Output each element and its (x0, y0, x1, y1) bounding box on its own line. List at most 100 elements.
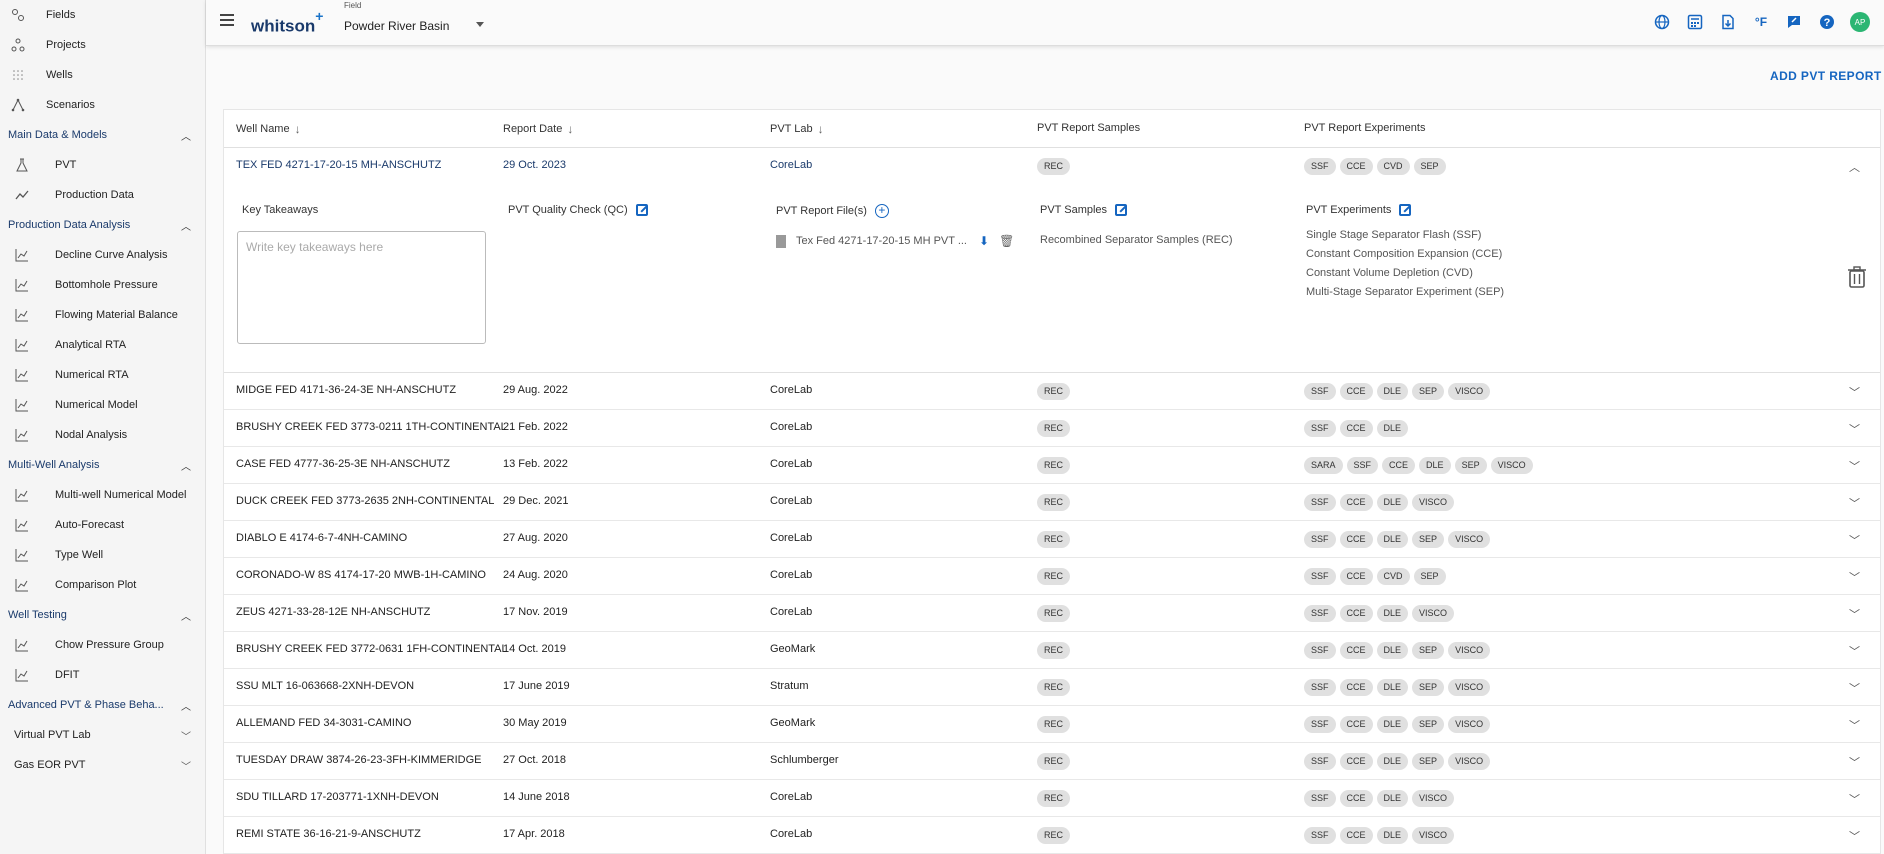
sidebar-item-dfit[interactable]: DFIT (0, 660, 205, 690)
table-row[interactable]: BRUSHY CREEK FED 3773-0211 1TH-CONTINENT… (224, 410, 1880, 447)
sidebar-item-chow-pressure-group[interactable]: Chow Pressure Group (0, 630, 205, 660)
sidebar-item-fields[interactable]: Fields (0, 0, 205, 30)
sidebar-item-projects[interactable]: Projects (0, 30, 205, 60)
sidebar-item-decline-curve-analysis[interactable]: Decline Curve Analysis (0, 240, 205, 270)
samples-section: PVT Samples (1040, 204, 1128, 216)
trash-icon[interactable]: 🗑 (999, 234, 1014, 248)
table-row[interactable]: ZEUS 4271-33-28-12E NH-ANSCHUTZ 17 Nov. … (224, 595, 1880, 632)
sidebar-item-production-data[interactable]: Production Data (0, 180, 205, 210)
collapse-chevron-icon[interactable]: ︿ (1849, 159, 1860, 175)
expand-chevron-icon[interactable]: ﹀ (1849, 421, 1860, 437)
table-row[interactable]: CASE FED 4777-36-25-3E NH-ANSCHUTZ 13 Fe… (224, 447, 1880, 484)
sidebar-item-comparison-plot[interactable]: Comparison Plot (0, 570, 205, 600)
report-date: 29 Aug. 2022 (503, 384, 568, 396)
sidebar-item-analytical-rta[interactable]: Analytical RTA (0, 330, 205, 360)
tag-chip: SSF (1304, 642, 1336, 659)
sidebar-item-bottomhole-pressure[interactable]: Bottomhole Pressure (0, 270, 205, 300)
file-download-icon[interactable] (1718, 12, 1738, 32)
menu-icon[interactable] (220, 14, 234, 26)
avatar[interactable]: AP (1850, 12, 1870, 32)
delete-report-icon[interactable] (1848, 266, 1866, 288)
sidebar-item-nodal-analysis[interactable]: Nodal Analysis (0, 420, 205, 450)
file-name[interactable]: Tex Fed 4271-17-20-15 MH PVT ... (796, 235, 967, 247)
sidebar-item-scenarios[interactable]: Scenarios (0, 90, 205, 120)
table-row[interactable]: DUCK CREEK FED 3773-2635 2NH-CONTINENTAL… (224, 484, 1880, 521)
col-well-name[interactable]: Well Name ↓ (236, 122, 301, 136)
col-report-date[interactable]: Report Date ↓ (503, 122, 573, 136)
table-row[interactable]: MIDGE FED 4171-36-24-3E NH-ANSCHUTZ 29 A… (224, 373, 1880, 410)
edit-icon[interactable] (1399, 204, 1412, 216)
report-date: 21 Feb. 2022 (503, 421, 568, 433)
expand-chevron-icon[interactable]: ﹀ (1849, 717, 1860, 733)
sidebar-subsection[interactable]: Gas EOR PVT ﹀ (0, 750, 205, 780)
sidebar-section[interactable]: Well Testing ︿ (0, 600, 205, 630)
help-icon[interactable]: ? (1817, 12, 1837, 32)
sort-arrow-icon[interactable]: ↓ (567, 122, 573, 136)
sidebar-item-type-well[interactable]: Type Well (0, 540, 205, 570)
table-header: Well Name ↓ Report Date ↓ PVT Lab ↓ PVT Rep… (224, 110, 1880, 148)
sidebar-section[interactable]: Advanced PVT & Phase Beha... ︿ (0, 690, 205, 720)
table-row[interactable]: SSU MLT 16-063668-2XNH-DEVON 17 June 201… (224, 669, 1880, 706)
add-pvt-report-button[interactable]: ADD PVT REPORT (1770, 69, 1882, 83)
expand-chevron-icon[interactable]: ﹀ (1849, 532, 1860, 548)
pvt-lab: CoreLab (770, 569, 813, 581)
expand-chevron-icon[interactable]: ﹀ (1849, 495, 1860, 511)
tag-chip: CCE (1339, 679, 1373, 696)
sidebar-section[interactable]: Main Data & Models ︿ (0, 120, 205, 150)
expand-chevron-icon[interactable]: ﹀ (1849, 828, 1860, 844)
caret-down-icon[interactable] (476, 22, 484, 27)
col-pvt-lab[interactable]: PVT Lab ↓ (770, 122, 824, 136)
expand-chevron-icon[interactable]: ﹀ (1849, 754, 1860, 770)
samples-chips: REC (1037, 642, 1071, 659)
edit-icon[interactable] (635, 204, 648, 216)
tag-chip: REC (1037, 568, 1071, 585)
sidebar-item-numerical-model[interactable]: Numerical Model (0, 390, 205, 420)
sidebar-item-flowing-material-balance[interactable]: Flowing Material Balance (0, 300, 205, 330)
expand-chevron-icon[interactable]: ﹀ (1849, 680, 1860, 696)
sidebar-item-pvt[interactable]: PVT (0, 150, 205, 180)
table-row[interactable]: ALLEMAND FED 34-3031-CAMINO 30 May 2019 … (224, 706, 1880, 743)
expand-chevron-icon[interactable]: ﹀ (1849, 384, 1860, 400)
calculator-icon[interactable] (1685, 12, 1705, 32)
add-file-icon[interactable]: + (874, 204, 889, 218)
sidebar-subsection[interactable]: Virtual PVT Lab ﹀ (0, 720, 205, 750)
expand-chevron-icon[interactable]: ﹀ (1849, 643, 1860, 659)
feedback-icon[interactable] (1784, 12, 1804, 32)
edit-icon[interactable] (1115, 204, 1128, 216)
sidebar-section[interactable]: Production Data Analysis ︿ (0, 210, 205, 240)
table-row[interactable]: BRUSHY CREEK FED 3772-0631 1FH-CONTINENT… (224, 632, 1880, 669)
table-row[interactable]: SDU TILLARD 17-203771-1XNH-DEVON 14 June… (224, 780, 1880, 817)
chow-pressure-icon (14, 637, 30, 653)
expand-chevron-icon[interactable]: ﹀ (1849, 606, 1860, 622)
download-icon[interactable]: ⬇ (979, 234, 989, 248)
table-row[interactable]: CORONADO-W 8S 4174-17-20 MWB-1H-CAMINO 2… (224, 558, 1880, 595)
table-row[interactable]: TUESDAY DRAW 3874-26-23-3FH-KIMMERIDGE 2… (224, 743, 1880, 780)
sidebar-item-auto-forecast[interactable]: Auto-Forecast (0, 510, 205, 540)
chevron-down-icon: ﹀ (181, 731, 191, 743)
tag-chip: SSF (1304, 679, 1336, 696)
expand-chevron-icon[interactable]: ﹀ (1849, 791, 1860, 807)
table-row[interactable]: REMI STATE 36-16-21-9-ANSCHUTZ 17 Apr. 2… (224, 817, 1880, 854)
sidebar-section[interactable]: Multi-Well Analysis ︿ (0, 450, 205, 480)
key-takeaways-input[interactable] (237, 231, 486, 344)
sidebar-item-multi-well-numerical-model[interactable]: Multi-well Numerical Model (0, 480, 205, 510)
samples-chips: REC (1037, 605, 1071, 622)
sort-arrow-icon[interactable]: ↓ (295, 122, 301, 136)
tag-chip: REC (1037, 383, 1071, 400)
tag-chip: DLE (1376, 753, 1409, 770)
field-select[interactable]: Powder River Basin (344, 19, 449, 33)
sidebar-item-wells[interactable]: Wells (0, 60, 205, 90)
expand-chevron-icon[interactable]: ﹀ (1849, 458, 1860, 474)
expand-chevron-icon[interactable]: ﹀ (1849, 569, 1860, 585)
well-name-link[interactable]: TEX FED 4271-17-20-15 MH-ANSCHUTZ (236, 159, 441, 171)
temperature-unit-toggle[interactable]: °F (1751, 12, 1771, 32)
top-toolbar: °F ? AP (1652, 12, 1870, 32)
sidebar-item-numerical-rta[interactable]: Numerical RTA (0, 360, 205, 390)
table-row[interactable]: DIABLO E 4174-6-7-4NH-CAMINO 27 Aug. 202… (224, 521, 1880, 558)
tag-chip: DLE (1376, 642, 1409, 659)
sidebar-item-label: Decline Curve Analysis (55, 249, 168, 261)
globe-icon[interactable] (1652, 12, 1672, 32)
sort-arrow-icon[interactable]: ↓ (818, 122, 824, 136)
expanded-row: TEX FED 4271-17-20-15 MH-ANSCHUTZ 29 Oct… (224, 148, 1880, 373)
pvt-lab: CoreLab (770, 495, 813, 507)
